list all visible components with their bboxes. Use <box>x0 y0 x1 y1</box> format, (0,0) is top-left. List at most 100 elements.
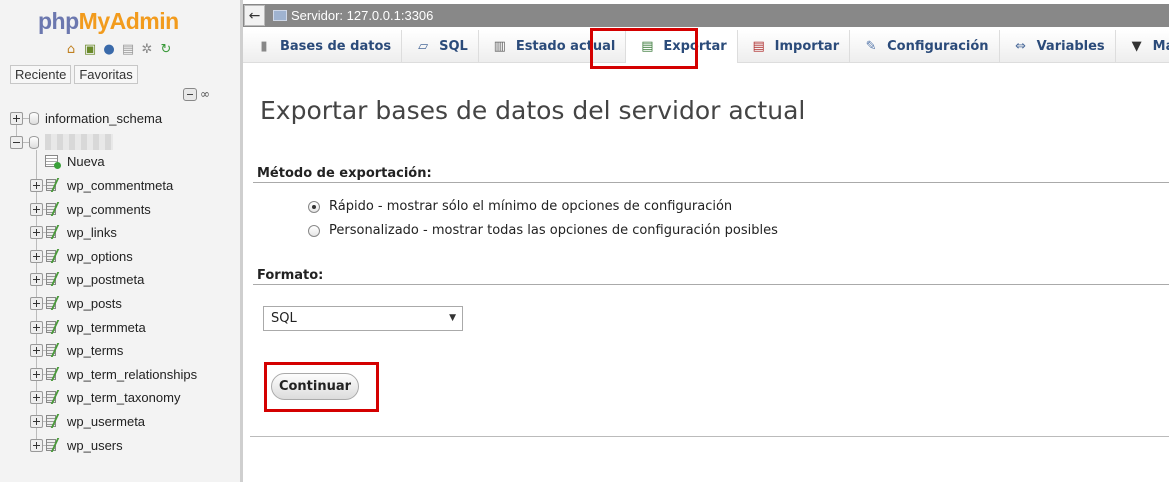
server-breadcrumb[interactable]: Servidor: 127.0.0.1:3306 <box>291 8 433 23</box>
tab-databases[interactable]: ▮ Bases de datos <box>243 30 403 63</box>
tab-more[interactable]: ▼ Más <box>1116 30 1169 63</box>
expand-icon[interactable] <box>30 438 43 452</box>
table-name[interactable]: wp_users <box>67 438 123 453</box>
tree-item-new-table[interactable]: Nueva <box>45 151 105 171</box>
tab-sql[interactable]: ▱ SQL <box>402 30 479 63</box>
tree-table-item[interactable]: wp_postmeta <box>30 269 144 289</box>
nav-resize-handle[interactable] <box>240 0 243 482</box>
tree-table-item[interactable]: wp_term_taxonomy <box>30 387 180 407</box>
tree-table-item[interactable]: wp_links <box>30 222 117 242</box>
radio-label[interactable]: Rápido - mostrar sólo el mínimo de opcio… <box>329 199 732 214</box>
expand-icon[interactable] <box>30 249 43 263</box>
table-icon[interactable] <box>46 367 66 381</box>
home-icon[interactable]: ⌂ <box>63 42 79 58</box>
logo-myadmin-text: MyAdmin <box>78 8 180 34</box>
new-table-label[interactable]: Nueva <box>67 154 105 169</box>
footer-divider <box>250 436 1169 437</box>
table-icon[interactable] <box>46 272 66 286</box>
tab-label: Configuración <box>887 39 989 54</box>
expand-icon[interactable] <box>30 343 43 357</box>
tree-controls: ∞ <box>183 87 210 101</box>
help-icon[interactable]: ● <box>101 42 117 58</box>
radio-label[interactable]: Personalizado - mostrar todas las opcion… <box>329 223 778 238</box>
table-name[interactable]: wp_terms <box>67 343 123 358</box>
table-icon[interactable] <box>46 438 66 452</box>
expand-icon[interactable] <box>30 414 43 428</box>
tab-label: Variables <box>1036 39 1105 54</box>
expand-icon[interactable] <box>30 178 43 192</box>
table-icon[interactable] <box>46 320 66 334</box>
expand-icon[interactable] <box>30 225 43 239</box>
table-icon[interactable] <box>46 414 66 428</box>
reload-icon[interactable]: ↻ <box>158 42 174 58</box>
tab-favorites[interactable]: Favoritas <box>74 65 138 84</box>
table-icon[interactable] <box>46 343 66 357</box>
table-icon[interactable] <box>46 296 66 310</box>
expand-icon[interactable] <box>30 390 43 404</box>
tab-label: Bases de datos <box>280 39 392 54</box>
docs-icon[interactable]: ▤ <box>120 42 136 58</box>
expand-icon[interactable] <box>30 272 43 286</box>
chevron-down-icon: ▼ <box>1131 39 1142 54</box>
expand-icon[interactable] <box>30 320 43 334</box>
radio-button[interactable] <box>308 200 320 213</box>
tree-table-item[interactable]: wp_term_relationships <box>30 364 197 384</box>
table-icon[interactable] <box>46 178 66 192</box>
table-name[interactable]: wp_options <box>67 249 133 264</box>
tree-db-current[interactable] <box>10 132 113 152</box>
recent-favorites-tabs: Reciente Favoritas <box>10 65 138 84</box>
tab-settings[interactable]: ✎ Configuración <box>850 30 1000 63</box>
logout-icon[interactable]: ▣ <box>82 42 98 58</box>
format-select[interactable]: SQL ▼ <box>263 306 463 331</box>
table-icon[interactable] <box>46 202 66 216</box>
table-name[interactable]: wp_usermeta <box>67 414 145 429</box>
table-name[interactable]: wp_termmeta <box>67 320 146 335</box>
expand-icon[interactable] <box>10 111 23 125</box>
table-name[interactable]: wp_comments <box>67 202 151 217</box>
tree-table-item[interactable]: wp_usermeta <box>30 411 145 431</box>
radio-quick-export[interactable]: Rápido - mostrar sólo el mínimo de opcio… <box>308 199 732 214</box>
table-icon[interactable] <box>46 390 66 404</box>
tree-table-item[interactable]: wp_termmeta <box>30 317 146 337</box>
tree-table-item[interactable]: wp_options <box>30 246 133 266</box>
database-icon <box>29 135 39 149</box>
table-name[interactable]: wp_links <box>67 225 117 240</box>
tab-import[interactable]: ▤ Importar <box>738 30 851 63</box>
radio-custom-export[interactable]: Personalizado - mostrar todas las opcion… <box>308 223 778 238</box>
table-icon[interactable] <box>46 225 66 239</box>
table-name[interactable]: wp_commentmeta <box>67 178 173 193</box>
db-name[interactable]: information_schema <box>45 111 162 126</box>
navigation-panel: phpMyAdmin ⌂ ▣ ● ▤ ✲ ↻ Reciente Favorita… <box>0 0 240 482</box>
expand-icon[interactable] <box>30 296 43 310</box>
format-selected-value: SQL <box>271 311 297 326</box>
server-breadcrumb-bar: ← Servidor: 127.0.0.1:3306 <box>243 4 1169 27</box>
table-name[interactable]: wp_postmeta <box>67 272 144 287</box>
obscured-db-name[interactable] <box>45 134 113 150</box>
tree-table-item[interactable]: wp_comments <box>30 199 151 219</box>
collapse-nav-button[interactable]: ← <box>244 5 265 26</box>
settings-icon[interactable]: ✲ <box>139 42 155 58</box>
tab-recent[interactable]: Reciente <box>10 65 72 84</box>
table-name[interactable]: wp_term_taxonomy <box>67 390 180 405</box>
server-icon <box>273 10 287 21</box>
table-name[interactable]: wp_posts <box>67 296 122 311</box>
tree-table-item[interactable]: wp_terms <box>30 340 123 360</box>
collapse-icon[interactable] <box>10 135 23 149</box>
section-divider <box>253 284 1169 285</box>
expand-icon[interactable] <box>30 202 43 216</box>
link-icon[interactable]: ∞ <box>200 87 210 101</box>
tree-table-item[interactable]: wp_commentmeta <box>30 175 173 195</box>
table-name[interactable]: wp_term_relationships <box>67 367 197 382</box>
tree-table-item[interactable]: wp_users <box>30 435 123 455</box>
radio-button[interactable] <box>308 224 320 237</box>
export-tab-highlight <box>590 28 698 69</box>
tree-db-information-schema[interactable]: information_schema <box>10 108 162 128</box>
expand-icon[interactable] <box>30 367 43 381</box>
tree-table-item[interactable]: wp_posts <box>30 293 122 313</box>
table-icon[interactable] <box>46 249 66 263</box>
tab-label: Importar <box>774 39 840 54</box>
main-tabs: ▮ Bases de datos ▱ SQL ▥ Estado actual ▤… <box>243 30 1169 63</box>
phpmyadmin-logo[interactable]: phpMyAdmin <box>38 8 179 35</box>
collapse-all-icon[interactable] <box>183 87 197 101</box>
tab-variables[interactable]: ⇔ Variables <box>1000 30 1116 63</box>
